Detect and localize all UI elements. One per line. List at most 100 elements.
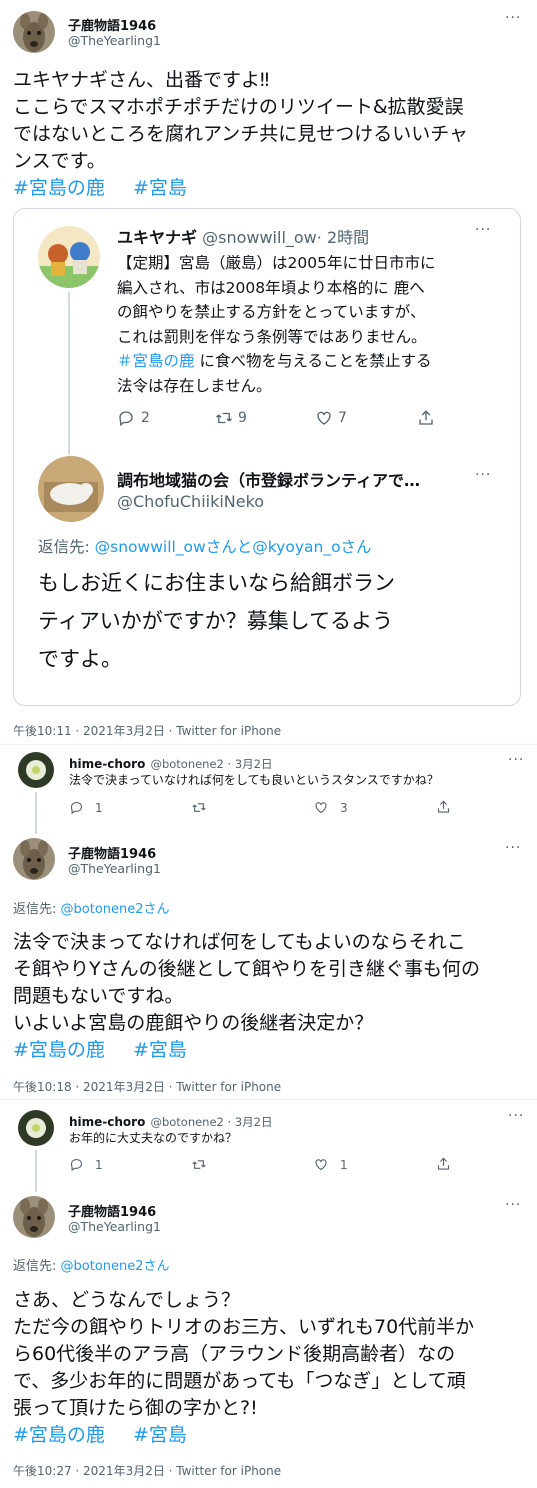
mention-link[interactable]: @snowwill_owさん	[95, 538, 237, 556]
share-icon[interactable]	[436, 799, 451, 815]
avatar-flower[interactable]	[18, 752, 54, 788]
reply-more-icon[interactable]: ···	[475, 467, 491, 483]
hashtag-link[interactable]: #宮島の鹿	[13, 1424, 105, 1446]
thread-line	[35, 1150, 37, 1192]
reply-text: もしお近くにお住まいなら給餌ボラン ティアいかがですか？募集してるよう ですよ。	[38, 564, 508, 678]
more-options-icon[interactable]: ···	[505, 840, 521, 856]
avatar-cat[interactable]	[38, 456, 104, 522]
reply-author-handle[interactable]: @botonene2 · 3月2日	[150, 757, 272, 771]
avatar-deer[interactable]	[13, 1196, 55, 1238]
quoted-tweet-card[interactable]: ユキヤナギ @snowwill_ow· 2時間 ··· 【定期】宮島（厳島）は2…	[13, 208, 521, 706]
tweet-text: さあ、どうなんでしょう？ ただ今の餌やりトリオのお三方、いずれも70代前半か ら…	[13, 1287, 533, 1449]
like-icon[interactable]	[313, 1157, 329, 1172]
retweet-icon[interactable]	[191, 800, 207, 815]
tweet-line: ただ今の餌やりトリオのお三方、いずれも70代前半か	[13, 1316, 475, 1338]
quote-text: 【定期】宮島（厳島）は2005年に廿日市市に 編入され、市は2008年頃より本格…	[117, 251, 512, 398]
reply-line: もしお近くにお住まいなら給餌ボラン	[38, 571, 395, 595]
author-name[interactable]: 子鹿物語1946	[68, 15, 156, 34]
mention-joiner: と	[236, 538, 253, 556]
author-handle[interactable]: @TheYearling1	[68, 861, 161, 876]
like-icon[interactable]	[313, 800, 329, 815]
tweet-line: で、多少お年的に問題があっても「つなぎ」として頑	[13, 1370, 466, 1392]
reply-author-name[interactable]: hime-choro	[69, 757, 145, 771]
author-handle[interactable]: @TheYearling1	[68, 33, 161, 48]
quote-author-name[interactable]: ユキヤナギ	[117, 228, 197, 247]
share-icon[interactable]	[417, 408, 435, 428]
reply-to-label: 返信先:	[13, 1259, 61, 1274]
tweet-text: 法令で決まってなければ何をしてもよいのならそれこ そ餌やりYさんの後継として餌や…	[13, 929, 533, 1064]
share-icon[interactable]	[436, 1156, 451, 1172]
reply-icon[interactable]	[69, 800, 84, 815]
quote-line: の餌やりを禁止する方針をとっていますが、	[117, 303, 426, 321]
reply-line: ティアいかがですか？募集してるよう	[38, 609, 394, 633]
quote-line: これは罰則を伴なう条例等ではありません。	[117, 327, 427, 346]
hashtag-link[interactable]: ＃宮島の鹿	[117, 352, 195, 370]
avatar-deer[interactable]	[13, 11, 55, 53]
avatar-deer[interactable]	[13, 838, 55, 880]
avatar-illustration[interactable]	[38, 226, 100, 288]
retweet-icon[interactable]	[191, 1157, 207, 1172]
tweet-line: そ餌やりYさんの後継として餌やりを引き継ぐ事も何の	[13, 958, 481, 980]
quote-line: 【定期】宮島（厳島）は2005年に廿日市市に	[117, 254, 436, 272]
author-handle[interactable]: @TheYearling1	[68, 1219, 161, 1234]
reply-count: 2	[141, 410, 150, 426]
hashtag-link[interactable]: #宮島	[133, 1039, 187, 1061]
reply-to-line: 返信先: @botonene2さん	[13, 1255, 170, 1274]
reply-author-name[interactable]: hime-choro	[69, 1115, 145, 1129]
thread-line	[35, 792, 37, 834]
hashtag-link[interactable]: #宮島	[133, 177, 187, 199]
quote-line: 編入され、市は2008年頃より本格的に 鹿へ	[117, 278, 425, 297]
tweet-line: ら60代後半のアラ高（アラウンド後期高齢者）なの	[13, 1343, 456, 1365]
tweet-line: 問題もないですね。	[13, 985, 184, 1007]
tweet-timestamp[interactable]: 午後10:18 · 2021年3月2日 · Twitter for iPhone	[13, 1078, 281, 1095]
reply-icon[interactable]	[69, 1157, 84, 1172]
hashtag-link[interactable]: #宮島	[133, 1424, 187, 1446]
hashtag-link[interactable]: #宮島の鹿	[13, 177, 105, 199]
tweet-text: ユキヤナギさん、出番ですよ‼︎ ここらでスマホポチポチだけのリツイート&拡散愛誤…	[13, 67, 528, 202]
reply-icon[interactable]	[117, 409, 135, 427]
reply-author-handle[interactable]: @botonene2 · 3月2日	[150, 1115, 272, 1129]
hashtag-link[interactable]: #宮島の鹿	[13, 1039, 105, 1061]
more-options-icon[interactable]: ···	[505, 10, 521, 26]
mention-link[interactable]: @kyoyan_oさん	[252, 538, 371, 556]
mention-link[interactable]: @botonene2さん	[61, 902, 170, 917]
reply-line: ですよ。	[38, 647, 122, 671]
tweet-line: ンスです。	[13, 150, 106, 172]
like-count: 7	[338, 410, 347, 426]
reply-count: 1	[95, 1158, 103, 1172]
retweet-icon[interactable]	[214, 409, 234, 427]
quote-more-icon[interactable]: ···	[475, 222, 491, 238]
author-name[interactable]: 子鹿物語1946	[68, 843, 156, 862]
reply-text: お年的に大丈夫なのですかね？	[69, 1131, 238, 1145]
tweet-line: 法令で決まってなければ何をしてもよいのならそれこ	[13, 931, 466, 953]
reply-text: 法令で決まっていなければ何をしても良いというスタンスですかね？	[69, 773, 439, 787]
quote-line: に食べ物を与えることを禁止する	[199, 352, 432, 370]
author-name[interactable]: 子鹿物語1946	[68, 1201, 156, 1220]
quote-author-handle[interactable]: @snowwill_ow	[202, 228, 317, 247]
reply-author-name[interactable]: 調布地域猫の会（市登録ボランティアで…	[117, 467, 477, 491]
mention-link[interactable]: @botonene2さん	[61, 1259, 170, 1274]
tweet-timestamp[interactable]: 午後10:27 · 2021年3月2日 · Twitter for iPhone	[13, 1462, 281, 1479]
reply-to-line: 返信先: @snowwill_owさんと@kyoyan_oさん	[38, 535, 372, 557]
tweet-line: ユキヤナギさん、出番ですよ‼︎	[13, 69, 270, 91]
retweet-count: 9	[238, 410, 247, 426]
more-options-icon[interactable]: ···	[508, 752, 524, 768]
like-icon[interactable]	[314, 409, 334, 427]
tweet-line: さあ、どうなんでしょう？	[13, 1289, 241, 1311]
tweet-line: 張って頂けたら御の字かと?!	[13, 1397, 258, 1419]
reply-count: 1	[95, 801, 103, 815]
reply-to-label: 返信先:	[13, 902, 61, 917]
reply-to-line: 返信先: @botonene2さん	[13, 898, 170, 917]
quote-line: 法令は存在しません。	[117, 376, 272, 395]
thread-line	[68, 292, 70, 455]
divider	[0, 744, 537, 745]
tweet-timestamp[interactable]: 午後10:11 · 2021年3月2日 · Twitter for iPhone	[13, 722, 281, 739]
tweet-line: ではないところを腐れアンチ共に見せつけるいいチャ	[13, 123, 469, 145]
quote-time[interactable]: · 2時間	[317, 228, 369, 247]
reply-to-label: 返信先:	[38, 538, 95, 556]
reply-author-handle[interactable]: @ChofuChiikiNeko	[117, 492, 264, 511]
avatar-flower[interactable]	[18, 1110, 54, 1146]
more-options-icon[interactable]: ···	[505, 1197, 521, 1213]
more-options-icon[interactable]: ···	[508, 1108, 524, 1124]
tweet-line: ここらでスマホポチポチだけのリツイート&拡散愛誤	[13, 96, 464, 118]
